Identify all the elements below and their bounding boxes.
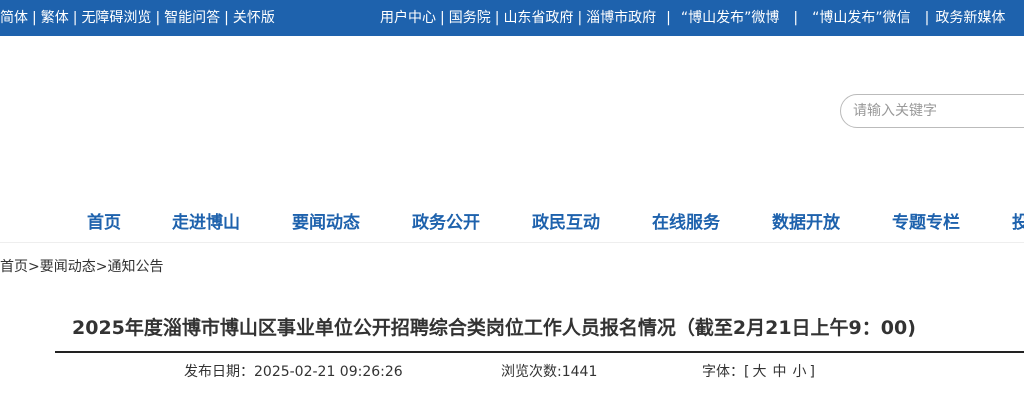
font-size-large[interactable]: 大 xyxy=(749,364,769,380)
elderly-care-version-link[interactable]: 关怀版 xyxy=(233,10,275,26)
font-size-close-bracket: ] xyxy=(809,364,815,380)
main-nav: 首页 走进博山 要闻动态 政务公开 政民互动 在线服务 数据开放 专题专栏 投 xyxy=(0,196,1024,243)
separator: | xyxy=(577,10,583,26)
state-council-link[interactable]: 国务院 xyxy=(449,10,491,26)
search-box xyxy=(840,94,1024,128)
traditional-chinese-link[interactable]: 繁体 xyxy=(41,10,69,26)
user-center-link[interactable]: 用户中心 xyxy=(380,10,436,26)
nav-item-news[interactable]: 要闻动态 xyxy=(292,208,360,233)
separator: | xyxy=(224,10,229,26)
nav-item-open-data[interactable]: 数据开放 xyxy=(772,208,840,233)
breadcrumb: 首页>要闻动态>通知公告 xyxy=(0,256,163,276)
search-input[interactable] xyxy=(841,95,1024,127)
nav-item-gov-disclosure[interactable]: 政务公开 xyxy=(412,208,480,233)
nav-item-special-topics[interactable]: 专题专栏 xyxy=(892,208,960,233)
nav-item-interaction[interactable]: 政民互动 xyxy=(532,208,600,233)
separator: | xyxy=(440,10,445,26)
shandong-gov-link[interactable]: 山东省政府 xyxy=(503,10,573,26)
breadcrumb-separator: > xyxy=(95,259,108,275)
accessibility-link[interactable]: 无障碍浏览 xyxy=(81,10,151,26)
nav-item-home[interactable]: 首页 xyxy=(87,208,121,233)
gov-new-media-link[interactable]: 政务新媒体 xyxy=(935,10,1005,26)
separator: | xyxy=(793,10,799,26)
font-size-medium[interactable]: 中 xyxy=(769,364,789,380)
separator: | xyxy=(72,10,78,26)
separator: | xyxy=(666,10,671,26)
separator: | xyxy=(924,10,930,26)
separator: | xyxy=(494,10,500,26)
publish-date: 发布日期：2025-02-21 09:26:26 xyxy=(184,361,403,381)
top-bar-left-links: 简体 | 繁体 | 无障碍浏览 | 智能问答 | 关怀版 xyxy=(0,0,275,36)
top-bar-right-links: 用户中心 | 国务院 | 山东省政府 | 淄博市政府 | “博山发布”微博 | “博山发布”微信 | 政… xyxy=(380,0,1005,36)
nav-item-about-boshan[interactable]: 走进博山 xyxy=(172,208,240,233)
nav-item-online-services[interactable]: 在线服务 xyxy=(652,208,720,233)
breadcrumb-news[interactable]: 要闻动态 xyxy=(40,259,96,275)
article-title: 2025年度淄博市博山区事业单位公开招聘综合类岗位工作人员报名情况（截至2月21… xyxy=(72,317,916,339)
publish-date-label: 发布日期： xyxy=(184,364,254,380)
publish-date-value: 2025-02-21 09:26:26 xyxy=(254,364,403,380)
nav-item-truncated[interactable]: 投 xyxy=(1012,208,1024,233)
top-bar: 简体 | 繁体 | 无障碍浏览 | 智能问答 | 关怀版 用户中心 | 国务院 | 山东省政府 | 淄博市政… xyxy=(0,0,1024,36)
font-size-control: 字体：[大中小] xyxy=(702,361,815,381)
title-divider xyxy=(55,351,1024,353)
smart-qa-link[interactable]: 智能问答 xyxy=(164,10,220,26)
separator: | xyxy=(32,10,37,26)
simplified-chinese-link[interactable]: 简体 xyxy=(0,10,28,26)
breadcrumb-separator: > xyxy=(28,259,40,275)
breadcrumb-notices[interactable]: 通知公告 xyxy=(107,259,163,275)
font-size-label: 字体： xyxy=(702,364,744,380)
view-count-value: 1441 xyxy=(561,364,598,380)
separator: | xyxy=(155,10,161,26)
boshan-wechat-link[interactable]: “博山发布”微信 xyxy=(812,10,911,26)
view-count: 浏览次数:1441 xyxy=(501,361,597,381)
font-size-small[interactable]: 小 xyxy=(789,364,809,380)
boshan-weibo-link[interactable]: “博山发布”微博 xyxy=(681,10,780,26)
view-count-label: 浏览次数: xyxy=(501,364,562,380)
breadcrumb-home[interactable]: 首页 xyxy=(0,259,28,275)
zibo-gov-link[interactable]: 淄博市政府 xyxy=(586,10,656,26)
